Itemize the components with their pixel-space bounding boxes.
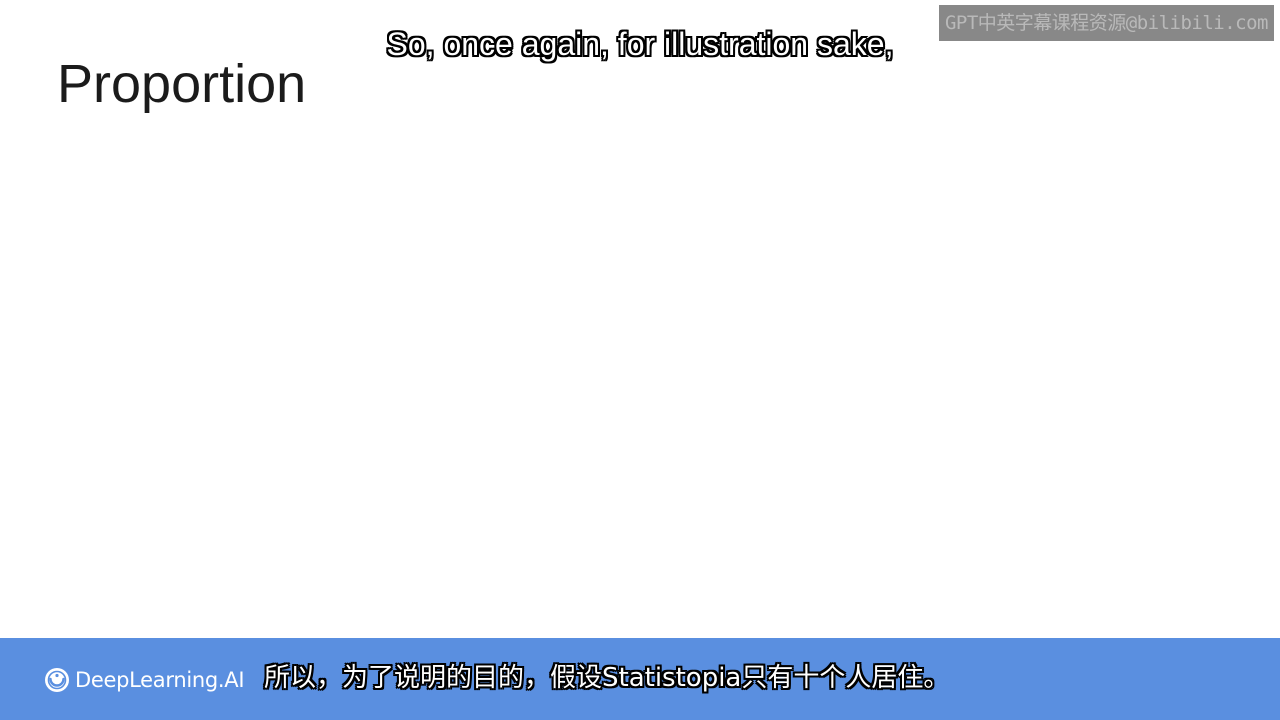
deeplearning-logo-icon <box>45 668 69 692</box>
video-frame: Proportion So, once again, for illustrat… <box>0 0 1280 720</box>
brand-logo: DeepLearning.AI <box>44 666 245 694</box>
brand-name: DeepLearning.AI <box>75 668 245 692</box>
watermark: GPT中英字幕课程资源@bilibili.com <box>938 5 1274 41</box>
chinese-subtitle: 所以，为了说明的目的，假设Statistopia只有十个人居住。 <box>264 663 950 693</box>
